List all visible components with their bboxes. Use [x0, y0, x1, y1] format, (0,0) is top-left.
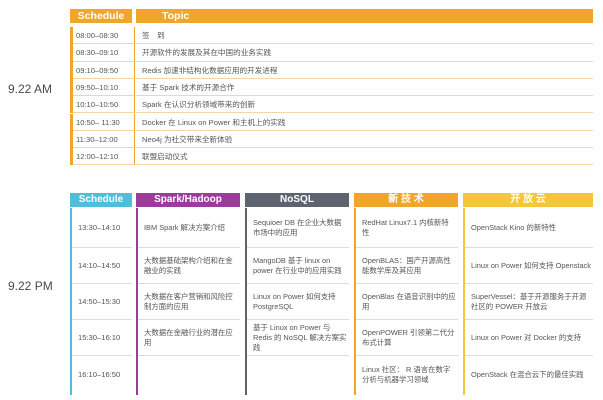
am-row: 08:30–09:10 开源软件的发展及其在中国的业务实践 [70, 44, 593, 62]
tech-session: OpenPOWER 引领第二代分布式计算 [356, 320, 458, 356]
row-accent-bar [70, 61, 73, 79]
pm-tech-header: 新 技 术 [354, 193, 458, 207]
cloud-session: Linux on Power 对 Docker 的支持 [465, 320, 593, 356]
am-row: 08:00–08:30 签 到 [70, 27, 593, 45]
spark-session [138, 356, 240, 393]
tech-session: Linux 社区： R 语言在数字分析与机器学习领域 [362, 364, 451, 384]
nosql-session: Sequioer DB 在企业大数据市场中的应用 [247, 208, 349, 248]
am-time: 10:10–10:50 [76, 100, 119, 110]
tech-session: OpenBLAS：国产开源高性能数学库及其应用 [356, 248, 458, 284]
cloud-session: SuperVessel：基于开源服务于开源社区的 POWER 开放云 [465, 284, 593, 320]
spark-session: IBM Spark 解决方案介绍 [138, 208, 240, 248]
row-divider [134, 130, 135, 149]
am-time: 10:50– 11:30 [76, 117, 120, 127]
row-accent-bar [70, 96, 73, 114]
row-separator [73, 164, 134, 166]
row-divider [134, 78, 135, 97]
row-divider [134, 27, 135, 45]
am-time: 08:00–08:30 [76, 31, 119, 40]
am-topic: Spark 在认识分析领域带来的创新 [142, 100, 256, 110]
pm-tech-column: RedHat Linux7.1 内核新特性 OpenBLAS：国产开源高性能数学库… [354, 208, 458, 395]
pm-spark-header: Spark/Hadoop [136, 193, 240, 207]
row-divider [134, 148, 135, 166]
am-time: 11:30–12:00 [76, 134, 118, 144]
row-separator [136, 164, 593, 166]
pm-nosql-header: NoSQL [245, 193, 349, 207]
am-topic: 基于 Spark 技术的开源合作 [142, 82, 235, 92]
am-row: 10:50– 11:30 Docker 在 Linux on Power 和主机上… [70, 113, 593, 131]
pm-spark-column: IBM Spark 解决方案介绍 大数据基础架构介绍和在金融业的实践 大数据在客户营… [136, 208, 240, 395]
pm-time: 14:50–15:30 [72, 284, 132, 320]
tech-session: RedHat Linux7.1 内核新特性 [356, 208, 458, 248]
am-time: 09:10–09:50 [76, 65, 119, 75]
cloud-session: OpenStack 在混合云下的最佳实践 [471, 369, 584, 379]
row-accent-bar [70, 148, 73, 166]
pm-time: 13:30–14:10 [72, 208, 132, 248]
am-topic-header: Topic [136, 9, 593, 23]
am-topic: 签 到 [142, 31, 165, 40]
row-accent-bar [70, 78, 73, 97]
am-topic: Redis 加速非结构化数据应用的开发进程 [142, 65, 278, 75]
am-row: 10:10–10:50 Spark 在认识分析领域带来的创新 [70, 96, 593, 114]
nosql-session [247, 356, 349, 393]
am-topic: 开源软件的发展及其在中国的业务实践 [142, 48, 272, 58]
pm-schedule-header: Schedule [70, 193, 132, 207]
am-time: 12:00–12:10 [76, 152, 119, 162]
pm-cloud-header: 开 放 云 [463, 193, 593, 207]
am-row: 12:00–12:10 联盟启动仪式 [70, 148, 593, 166]
row-accent-bar [70, 113, 73, 131]
row-divider [134, 61, 135, 79]
cloud-session: OpenStack Kino 的新特性 [465, 208, 593, 248]
row-divider [134, 113, 135, 131]
am-row: 09:10–09:50 Redis 加速非结构化数据应用的开发进程 [70, 61, 593, 79]
row-accent-bar [70, 27, 73, 45]
row-divider [134, 44, 135, 62]
am-time: 08:30–09:10 [76, 48, 119, 58]
nosql-session: 基于 Linux on Power 与 Redis 的 NoSQL 解决方案实践 [247, 320, 349, 356]
am-topic: Docker 在 Linux on Power 和主机上的实践 [142, 117, 286, 127]
pm-day-label: 9.22 PM [8, 279, 53, 293]
spark-session: 大数据在客户营销和风险控制方面的应用 [138, 284, 240, 320]
am-row: 11:30–12:00 Neo4j 为社交带来全新体验 [70, 130, 593, 149]
nosql-session: MangoDB 基于 linux on power 在行业中的应用实践 [247, 248, 349, 284]
cloud-session: Linux on Power 如何支持 Openstack [465, 248, 593, 284]
pm-schedule-column: 13:30–14:10 14:10–14:50 14:50–15:30 15:30–1… [70, 208, 132, 395]
spark-session: 大数据基础架构介绍和在金融业的实践 [138, 248, 240, 284]
am-time: 09:50–10:10 [76, 82, 119, 92]
pm-time: 15:30–16:10 [72, 320, 132, 356]
row-accent-bar [70, 44, 73, 62]
nosql-session: Linux on Power 如何支持 PostgreSQL [247, 284, 349, 320]
pm-time: 16:10–16:50 [78, 369, 121, 379]
am-topic: Neo4j 为社交带来全新体验 [142, 134, 233, 144]
pm-nosql-column: Sequioer DB 在企业大数据市场中的应用 MangoDB 基于 linux… [245, 208, 349, 395]
am-row: 09:50–10:10 基于 Spark 技术的开源合作 [70, 78, 593, 97]
am-schedule-header: Schedule [70, 9, 132, 23]
tech-session: OpenBlas 在语音识别中的应用 [356, 284, 458, 320]
am-topic: 联盟启动仪式 [142, 152, 188, 162]
spark-session: 大数据在金融行业的潜在应用 [138, 320, 240, 356]
row-divider [134, 96, 135, 114]
row-accent-bar [70, 130, 73, 149]
pm-time: 14:10–14:50 [72, 248, 132, 284]
pm-cloud-column: OpenStack Kino 的新特性 Linux on Power 如何支持 O… [463, 208, 593, 395]
am-day-label: 9.22 AM [8, 82, 53, 96]
